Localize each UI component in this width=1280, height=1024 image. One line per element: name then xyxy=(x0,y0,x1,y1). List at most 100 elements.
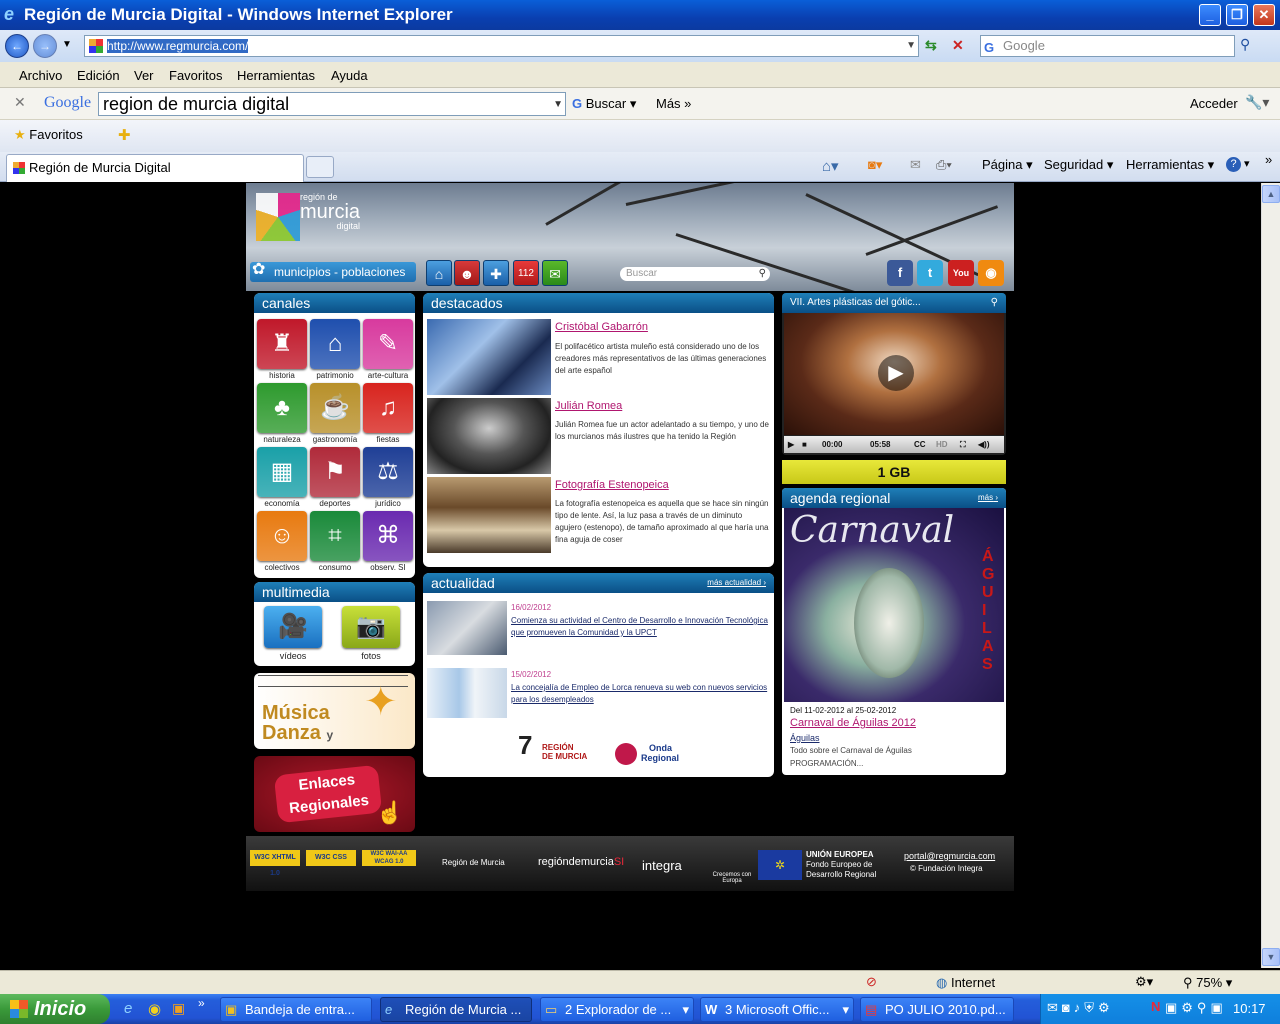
print-icon[interactable]: ⎙▾ xyxy=(936,157,952,173)
address-input[interactable]: http://www.regmurcia.com/ ▼ xyxy=(84,35,919,57)
integra-footer-logo[interactable]: integra xyxy=(642,858,682,873)
canal-naturaleza-button[interactable]: ♣ xyxy=(257,383,307,433)
canal-jurídico-button[interactable]: ⚖ xyxy=(363,447,413,497)
history-dropdown-icon[interactable]: ▼ xyxy=(62,39,72,50)
site-logo[interactable]: región de murcia digital xyxy=(300,193,360,231)
contact-email-link[interactable]: portal@regmurcia.com xyxy=(904,851,995,861)
read-mail-icon[interactable]: ✉ xyxy=(910,157,921,173)
search-go-icon[interactable]: ⚲ xyxy=(1240,36,1260,56)
canal-colectivos-button[interactable]: ☺ xyxy=(257,511,307,561)
canal-artecultura-button[interactable]: ✎ xyxy=(363,319,413,369)
stop-icon[interactable]: ✕ xyxy=(952,37,970,55)
window-title-bar[interactable]: e Región de Murcia Digital - Windows Int… xyxy=(0,0,1280,30)
menu-ayuda[interactable]: Ayuda xyxy=(331,68,368,83)
news-title[interactable]: Comienza su actividad el Centro de Desar… xyxy=(511,615,773,639)
refresh-icon[interactable]: ⇆ xyxy=(925,37,945,55)
onda-regional-logo[interactable]: Onda Regional xyxy=(615,743,679,765)
forward-button[interactable]: → xyxy=(33,34,57,58)
mas-actualidad-link[interactable]: más actualidad › xyxy=(707,573,766,593)
menu-herramientas[interactable]: Herramientas xyxy=(237,68,315,83)
close-button[interactable]: ✕ xyxy=(1253,4,1275,26)
minimize-button[interactable]: _ xyxy=(1199,4,1221,26)
google-search-button[interactable]: G Buscar ▾ xyxy=(572,96,636,112)
7-region-murcia-logo[interactable]: 7 REGIÓN DE MURCIA xyxy=(518,732,587,761)
contact-icon[interactable]: ☻ xyxy=(454,260,480,286)
destacado-title[interactable]: Julián Romea xyxy=(555,400,622,412)
news-title[interactable]: La concejalía de Empleo de Lorca renueva… xyxy=(511,682,773,706)
scroll-up-button[interactable]: ▲ xyxy=(1262,185,1280,203)
protected-mode-icon[interactable]: ⚙▾ xyxy=(1135,974,1153,990)
task-office[interactable]: W 3 Microsoft Offic... ▾ xyxy=(700,997,854,1022)
tab-region-de-murcia[interactable]: Región de Murcia Digital xyxy=(6,154,304,182)
zoom-icon[interactable]: ⚲ xyxy=(991,293,998,313)
cc-button[interactable]: CC xyxy=(914,436,926,453)
twitter-icon[interactable]: t xyxy=(917,260,943,286)
region-murcia-footer-logo[interactable]: Región de Murcia xyxy=(442,858,505,867)
canal-economía-button[interactable]: ▦ xyxy=(257,447,307,497)
help-icon[interactable]: ? xyxy=(1226,157,1241,172)
more-button[interactable]: Más » xyxy=(656,96,691,111)
w3c-css-badge[interactable]: W3C CSS xyxy=(306,850,356,866)
favorites-button[interactable]: ★ Favoritos xyxy=(14,127,83,143)
page-menu[interactable]: Página ▾ xyxy=(982,157,1033,173)
back-button[interactable]: ← xyxy=(5,34,29,58)
canal-patrimonio-button[interactable]: ⌂ xyxy=(310,319,360,369)
musica-danza-banner[interactable]: Música Danza y ✦ xyxy=(254,673,415,749)
volume-icon[interactable]: ◀)) xyxy=(978,436,989,453)
help-dropdown-icon[interactable]: ▾ xyxy=(1244,157,1250,170)
feeds-icon[interactable]: ◙▾ xyxy=(868,157,882,173)
zoom-control[interactable]: ⚲ 75% ▾ xyxy=(1183,975,1232,991)
canal-gastronomía-button[interactable]: ☕ xyxy=(310,383,360,433)
stop-small-icon[interactable]: ■ xyxy=(802,436,807,453)
romea-image[interactable] xyxy=(427,398,551,474)
agenda-more-link[interactable]: más › xyxy=(978,488,998,508)
video-title[interactable]: VII. Artes plásticas del gótic... xyxy=(790,297,921,308)
tools-menu[interactable]: Herramientas ▾ xyxy=(1126,157,1214,173)
search-input[interactable]: G Google xyxy=(980,35,1235,57)
facebook-icon[interactable]: f xyxy=(887,260,913,286)
signin-link[interactable]: Acceder xyxy=(1190,96,1238,111)
vertical-scrollbar[interactable]: ▲ ▼ xyxy=(1261,183,1280,968)
task-region-murcia[interactable]: e Región de Murcia ... xyxy=(380,997,532,1022)
home-icon[interactable]: ⌂▾ xyxy=(822,157,839,175)
menu-ver[interactable]: Ver xyxy=(134,68,154,83)
new-tab-button[interactable] xyxy=(306,156,334,178)
municipios-button[interactable]: ✿ municipios - poblaciones xyxy=(250,261,416,282)
rss-icon[interactable]: ◉ xyxy=(978,260,1004,286)
close-toolbar-icon[interactable]: ✕ xyxy=(14,94,26,111)
plus-icon[interactable]: ✚ xyxy=(483,260,509,286)
add-favorite-icon[interactable]: ✚ xyxy=(118,126,131,144)
ie-quicklaunch-icon[interactable]: e xyxy=(124,1000,132,1017)
estenopeica-image[interactable] xyxy=(427,477,551,553)
clock[interactable]: 10:17 xyxy=(1233,1001,1266,1016)
1gb-banner[interactable]: 1 GB xyxy=(782,460,1006,484)
videos-button[interactable]: 🎥 xyxy=(264,606,322,648)
google-search-input[interactable]: region de murcia digital ▼ xyxy=(98,92,566,116)
w3c-xhtml-badge[interactable]: W3C XHTML 1.0 xyxy=(250,850,300,877)
play-icon[interactable]: ▶ xyxy=(878,355,914,391)
w3c-wai-badge[interactable]: W3C WAI-AA WCAG 1.0 xyxy=(362,850,416,866)
site-search-input[interactable]: Buscar ⚲ xyxy=(620,267,770,281)
menu-edicion[interactable]: Edición xyxy=(77,68,120,83)
news-image[interactable] xyxy=(427,601,507,655)
youtube-icon[interactable]: You xyxy=(948,260,974,286)
enlaces-regionales-banner[interactable]: Enlaces Regionales ☝ xyxy=(254,756,415,832)
regionsi-footer-logo[interactable]: regióndemurciaSI xyxy=(538,856,624,868)
query-dropdown-icon[interactable]: ▼ xyxy=(553,94,563,116)
task-bandeja[interactable]: ▣ Bandeja de entra... xyxy=(220,997,372,1022)
security-menu[interactable]: Seguridad ▾ xyxy=(1044,157,1113,173)
emergency-112-icon[interactable]: 112 xyxy=(513,260,539,286)
mail-icon[interactable]: ✉ xyxy=(542,260,568,286)
news-image[interactable] xyxy=(427,668,507,718)
menu-archivo[interactable]: Archivo xyxy=(19,68,62,83)
wrench-icon[interactable]: 🔧▾ xyxy=(1245,94,1269,111)
tray-n-icon[interactable]: N xyxy=(1151,999,1160,1014)
task-pdf[interactable]: ▤ PO JULIO 2010.pd... xyxy=(860,997,1014,1022)
canal-historia-button[interactable]: ♜ xyxy=(257,319,307,369)
canal-deportes-button[interactable]: ⚑ xyxy=(310,447,360,497)
destacado-title[interactable]: Fotografía Estenopeica xyxy=(555,479,669,491)
hd-button[interactable]: HD xyxy=(936,436,948,453)
gabarron-image[interactable] xyxy=(427,319,551,395)
outlook-quicklaunch-icon[interactable]: ▣ xyxy=(172,1000,185,1017)
play-small-icon[interactable]: ▶ xyxy=(788,436,794,453)
